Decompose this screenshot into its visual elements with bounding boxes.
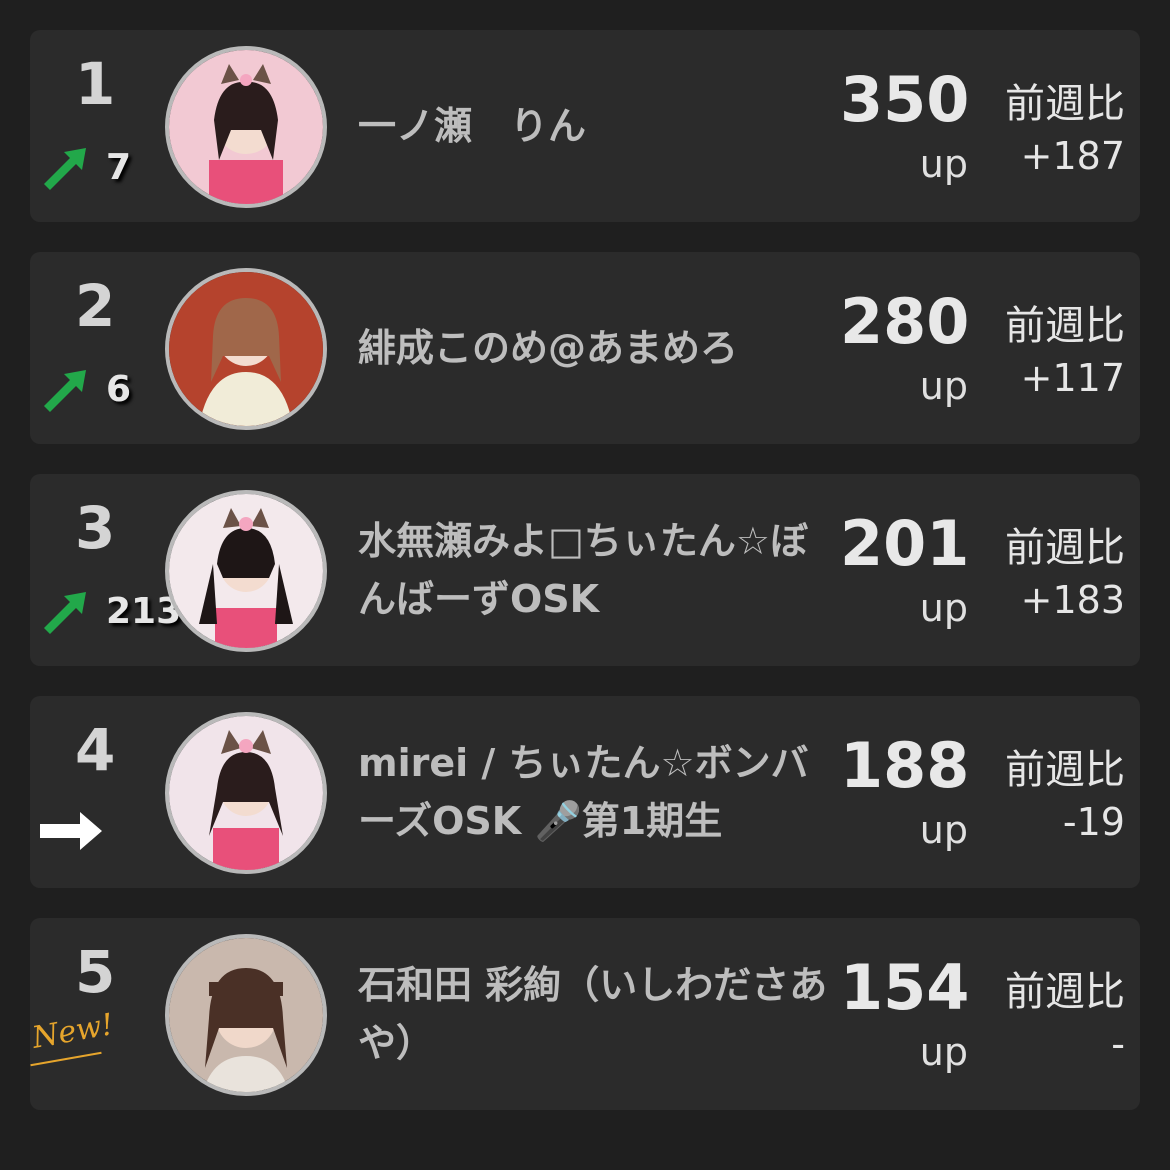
arrow-right-icon	[40, 812, 102, 850]
avatar[interactable]	[165, 46, 327, 208]
compare-value: +117	[1020, 356, 1125, 400]
member-name[interactable]: 緋成このめ@あまめろ	[358, 252, 833, 444]
ranking-card[interactable]: 5 New! 石和田 彩絢（いしわださあや） 154 up 前週比 -	[30, 918, 1140, 1110]
score-unit: up	[919, 586, 968, 630]
score-value: 350	[840, 63, 970, 136]
avatar[interactable]	[165, 268, 327, 430]
rank-number: 1	[75, 50, 116, 118]
rank-number: 5	[75, 938, 116, 1006]
ranking-list: 1 7 一ノ瀬 りん 350 up 前週比 +187 2 6 緋成このめ@あまめ…	[30, 30, 1140, 1140]
rank-number: 4	[75, 716, 116, 784]
compare-value: -	[1111, 1022, 1125, 1066]
compare-label: 前週比	[1005, 969, 1125, 1015]
ranking-card[interactable]: 2 6 緋成このめ@あまめろ 280 up 前週比 +117	[30, 252, 1140, 444]
score-unit: up	[919, 364, 968, 408]
ranking-card[interactable]: 1 7 一ノ瀬 りん 350 up 前週比 +187	[30, 30, 1140, 222]
compare-value: +187	[1020, 134, 1125, 178]
compare-label: 前週比	[1005, 303, 1125, 349]
score-value: 201	[840, 507, 970, 580]
member-name[interactable]: 水無瀬みよ□ちぃたん☆ぼんばーずOSK	[358, 474, 833, 666]
avatar[interactable]	[165, 490, 327, 652]
new-badge-icon: New!	[29, 1007, 117, 1056]
compare-value: -19	[1062, 800, 1125, 844]
compare-label: 前週比	[1005, 81, 1125, 127]
score-value: 280	[840, 285, 970, 358]
ranking-card[interactable]: 3 213 水無瀬みよ□ちぃたん☆ぼんばーずOSK 201 up 前週比 +18…	[30, 474, 1140, 666]
member-name[interactable]: 石和田 彩絢（いしわださあや）	[358, 918, 833, 1110]
score-value: 188	[840, 729, 970, 802]
ranking-card[interactable]: 4 mirei / ちぃたん☆ボンバーズOSK 🎤第1期生 188 up 前週比…	[30, 696, 1140, 888]
compare-label: 前週比	[1005, 525, 1125, 571]
member-name[interactable]: 一ノ瀬 りん	[358, 30, 833, 222]
rank-number: 2	[75, 272, 116, 340]
avatar[interactable]	[165, 712, 327, 874]
score-unit: up	[919, 808, 968, 852]
arrow-up-right-icon	[44, 370, 86, 412]
trend-count: 6	[106, 369, 132, 410]
score-value: 154	[840, 951, 970, 1024]
score-unit: up	[919, 142, 968, 186]
arrow-up-right-icon	[44, 592, 86, 634]
rank-number: 3	[75, 494, 116, 562]
score-unit: up	[919, 1030, 968, 1074]
trend-count: 7	[106, 147, 132, 188]
arrow-up-right-icon	[44, 148, 86, 190]
compare-value: +183	[1020, 578, 1125, 622]
member-name[interactable]: mirei / ちぃたん☆ボンバーズOSK 🎤第1期生	[358, 696, 833, 888]
compare-label: 前週比	[1005, 747, 1125, 793]
avatar[interactable]	[165, 934, 327, 1096]
